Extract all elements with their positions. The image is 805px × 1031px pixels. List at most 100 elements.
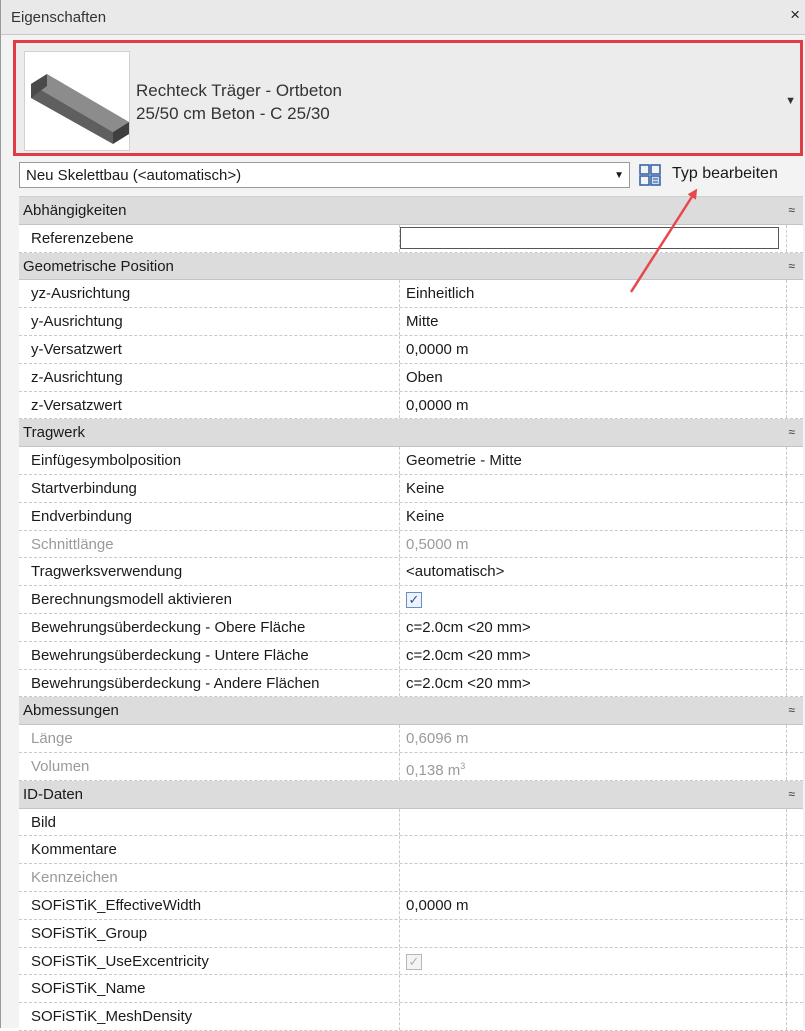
property-row: z-Versatzwert 0,0000 m — [19, 391, 803, 420]
property-value: 0,138 m3 — [400, 752, 787, 780]
property-name: SOFiSTiK_Group — [19, 919, 400, 947]
volume-value: 0,138 m — [406, 761, 461, 779]
group-header-abmessungen[interactable]: Abmessungen ≈ — [19, 697, 803, 726]
chevron-down-icon[interactable]: ▼ — [614, 170, 624, 181]
volume-unit-exponent: 3 — [460, 760, 466, 771]
property-value[interactable]: c=2.0cm <20 mm> — [400, 613, 787, 641]
property-row: Länge 0,6096 m — [19, 725, 803, 753]
property-row: Bewehrungsüberdeckung - Andere Flächen c… — [19, 669, 803, 698]
property-value[interactable] — [400, 1003, 787, 1030]
property-value: ✓ — [400, 947, 787, 975]
property-row: Bild — [19, 808, 803, 837]
property-value[interactable] — [400, 975, 787, 1003]
collapse-icon[interactable]: ≈ — [788, 197, 795, 224]
property-row: z-Ausrichtung Oben — [19, 363, 803, 392]
property-name: Tragwerksverwendung — [19, 558, 400, 586]
property-value[interactable]: Keine — [400, 474, 787, 502]
property-value: 0,5000 m — [400, 530, 787, 558]
property-value[interactable]: Einheitlich — [400, 280, 787, 308]
property-value[interactable]: 0,0000 m — [400, 335, 787, 363]
property-name: Länge — [19, 725, 400, 752]
property-row: y-Versatzwert 0,0000 m — [19, 335, 803, 364]
group-label: Abmessungen — [23, 702, 119, 720]
property-name: Bewehrungsüberdeckung - Andere Flächen — [19, 669, 400, 697]
property-name: SOFiSTiK_Name — [19, 975, 400, 1003]
property-row: yz-Ausrichtung Einheitlich — [19, 280, 803, 309]
property-value[interactable]: 0,0000 m — [400, 391, 787, 419]
berechnungsmodell-checkbox[interactable]: ✓ — [406, 592, 422, 609]
collapse-icon[interactable]: ≈ — [788, 253, 795, 280]
property-row: SOFiSTiK_MeshDensity — [19, 1003, 803, 1031]
group-header-id-daten[interactable]: ID-Daten ≈ — [19, 780, 803, 809]
referenzebene-input[interactable] — [400, 226, 779, 249]
group-label: ID-Daten — [23, 785, 84, 803]
property-name: Bild — [19, 808, 400, 836]
property-row: SOFiSTiK_Group — [19, 919, 803, 948]
property-value — [400, 864, 787, 891]
property-name: yz-Ausrichtung — [19, 280, 400, 308]
property-row: Kommentare — [19, 836, 803, 865]
property-row: Startverbindung Keine — [19, 474, 803, 503]
property-name: z-Ausrichtung — [19, 363, 400, 391]
property-name: z-Versatzwert — [19, 391, 400, 419]
property-value[interactable]: Oben — [400, 363, 787, 391]
collapse-icon[interactable]: ≈ — [788, 697, 795, 724]
property-name: SOFiSTiK_UseExcentricity — [19, 947, 400, 975]
group-header-geometrische-position[interactable]: Geometrische Position ≈ — [19, 252, 803, 281]
collapse-icon[interactable]: ≈ — [788, 419, 795, 446]
property-name: Startverbindung — [19, 474, 400, 502]
property-value[interactable] — [400, 808, 787, 836]
property-value[interactable] — [400, 919, 787, 947]
property-value[interactable] — [400, 224, 787, 252]
property-row: SOFiSTiK_UseExcentricity ✓ — [19, 947, 803, 976]
title-bar[interactable]: Eigenschaften × — [1, 0, 805, 35]
property-value[interactable]: c=2.0cm <20 mm> — [400, 669, 787, 697]
group-label: Geometrische Position — [23, 257, 174, 275]
group-label: Tragwerk — [23, 424, 85, 442]
type-selector[interactable]: Rechteck Träger - Ortbeton 25/50 cm Beto… — [13, 40, 803, 156]
property-name: Endverbindung — [19, 502, 400, 530]
property-value: ✓ — [400, 586, 787, 613]
use-excentricity-checkbox: ✓ — [406, 953, 422, 970]
property-name: SOFiSTiK_MeshDensity — [19, 1003, 400, 1030]
property-name: Schnittlänge — [19, 530, 400, 558]
type-name: Rechteck Träger - Ortbeton 25/50 cm Beto… — [136, 79, 342, 125]
collapse-icon[interactable]: ≈ — [788, 781, 795, 808]
beam-3d-icon — [31, 74, 129, 144]
group-label: Abhängigkeiten — [23, 202, 127, 219]
property-row: Endverbindung Keine — [19, 502, 803, 531]
property-value[interactable]: <automatisch> — [400, 558, 787, 586]
close-icon[interactable]: × — [790, 5, 800, 25]
property-value[interactable]: Mitte — [400, 308, 787, 335]
property-row: Volumen 0,138 m3 — [19, 752, 803, 781]
property-row: SOFiSTiK_EffectiveWidth 0,0000 m — [19, 891, 803, 920]
properties-palette: Eigenschaften × Rechteck Träger - Ortbet… — [0, 0, 805, 1031]
property-row: Schnittlänge 0,5000 m — [19, 530, 803, 559]
property-value[interactable]: 0,0000 m — [400, 891, 787, 919]
property-value[interactable]: Keine — [400, 502, 787, 530]
edit-type-button[interactable]: Typ bearbeiten — [639, 161, 799, 189]
property-value[interactable]: c=2.0cm <20 mm> — [400, 641, 787, 669]
property-name: Kennzeichen — [19, 864, 400, 891]
property-name: y-Ausrichtung — [19, 308, 400, 335]
chevron-down-icon[interactable]: ▼ — [785, 95, 796, 107]
instance-filter-dropdown[interactable]: Neu Skelettbau (<automatisch>) ▼ — [19, 162, 630, 188]
property-name: Bewehrungsüberdeckung - Untere Fläche — [19, 641, 400, 669]
property-value[interactable] — [400, 836, 787, 864]
property-value[interactable]: Geometrie - Mitte — [400, 447, 787, 474]
edit-type-label: Typ bearbeiten — [672, 165, 778, 182]
edit-type-icon — [639, 164, 661, 186]
group-header-abhaengigkeiten[interactable]: Abhängigkeiten ≈ — [19, 197, 803, 225]
property-name: y-Versatzwert — [19, 335, 400, 363]
property-grid: Abhängigkeiten ≈ Referenzebene Geometris… — [19, 196, 803, 1031]
property-name: Bewehrungsüberdeckung - Obere Fläche — [19, 613, 400, 641]
property-name: Einfügesymbolposition — [19, 447, 400, 474]
property-row: Einfügesymbolposition Geometrie - Mitte — [19, 447, 803, 475]
property-row: Berechnungsmodell aktivieren ✓ — [19, 586, 803, 614]
type-family: Rechteck Träger - Ortbeton — [136, 81, 342, 100]
property-name: Kommentare — [19, 836, 400, 864]
group-header-tragwerk[interactable]: Tragwerk ≈ — [19, 419, 803, 448]
property-row: SOFiSTiK_Name — [19, 975, 803, 1004]
property-value: 0,6096 m — [400, 725, 787, 752]
instance-filter-value: Neu Skelettbau (<automatisch>) — [26, 167, 242, 184]
